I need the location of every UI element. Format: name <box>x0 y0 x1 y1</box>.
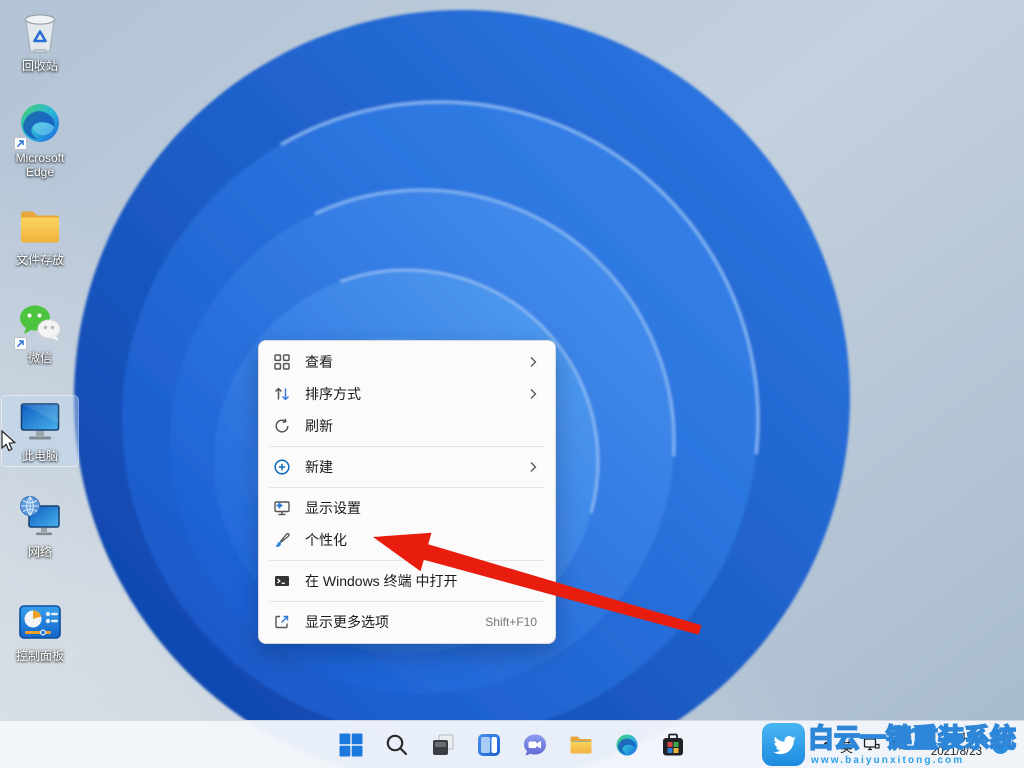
search-button[interactable] <box>377 725 417 765</box>
desktop-icon-microsoft-edge[interactable]: Microsoft Edge <box>2 98 78 182</box>
menu-item-label: 显示设置 <box>305 498 541 518</box>
menu-item-shortcut: Shift+F10 <box>485 615 537 629</box>
menu-item-personalize[interactable]: 个性化 <box>263 524 551 556</box>
menu-item-new[interactable]: 新建 <box>263 451 551 483</box>
tray-volume-button[interactable] <box>887 737 903 753</box>
recycle-bin-icon <box>16 8 64 56</box>
menu-separator <box>269 560 545 561</box>
tray-network-button[interactable] <box>863 737 880 753</box>
desktop-icon-network[interactable]: 网络 <box>2 492 78 562</box>
desktop-icon-label: 控制面板 <box>16 649 64 663</box>
chat-button[interactable] <box>515 725 555 765</box>
desktop-icon-label: 微信 <box>28 351 52 365</box>
menu-item-view[interactable]: 查看 <box>263 346 551 378</box>
menu-item-label: 个性化 <box>305 530 541 550</box>
store-bag-icon <box>660 732 686 758</box>
tray-clock[interactable]: 14:32 2021/8/23 <box>910 731 982 759</box>
speaker-icon <box>887 737 903 753</box>
this-pc-monitor-icon <box>16 398 64 446</box>
grid-icon <box>273 353 291 371</box>
desktop-icon-label: 此电脑 <box>22 449 58 463</box>
menu-item-sort-by[interactable]: 排序方式 <box>263 378 551 410</box>
ethernet-network-icon <box>863 737 880 753</box>
menu-separator <box>269 601 545 602</box>
chevron-right-icon <box>525 354 541 370</box>
menu-separator <box>269 487 545 488</box>
menu-item-label: 查看 <box>305 352 525 372</box>
edge-icon <box>614 732 640 758</box>
search-icon <box>384 732 410 758</box>
network-icon <box>16 494 64 542</box>
desktop-icon-label: 网络 <box>28 545 52 559</box>
windows-start-icon <box>338 732 364 758</box>
chevron-up-icon <box>818 737 834 753</box>
shortcut-arrow-icon <box>14 137 27 150</box>
desktop-icon-wechat[interactable]: 微信 <box>2 298 78 368</box>
menu-item-label: 在 Windows 终端 中打开 <box>305 571 541 591</box>
menu-item-show-more-options[interactable]: 显示更多选项 Shift+F10 <box>263 606 551 638</box>
task-view-button[interactable] <box>423 725 463 765</box>
folder-icon <box>568 732 594 758</box>
tray-language-indicator[interactable]: 英 <box>840 737 853 756</box>
desktop-icon-recycle-bin[interactable]: 回收站 <box>2 6 78 76</box>
refresh-icon <box>273 417 291 435</box>
control-panel-icon <box>16 598 64 646</box>
tray-hidden-icons-button[interactable] <box>818 737 834 753</box>
desktop-icon-this-pc[interactable]: 此电脑 <box>2 396 78 466</box>
taskbar: 英 14:32 2021/8/23 1 <box>0 720 1024 768</box>
expand-icon <box>273 613 291 631</box>
desktop-icon-label: Microsoft Edge <box>3 151 77 179</box>
wechat-icon <box>16 300 64 348</box>
notification-badge[interactable]: 1 <box>992 737 1009 754</box>
chevron-right-icon <box>525 386 541 402</box>
task-view-icon <box>430 732 456 758</box>
desktop-context-menu: 查看 排序方式 刷新 新 <box>258 340 556 644</box>
chevron-right-icon <box>525 459 541 475</box>
start-button[interactable] <box>331 725 371 765</box>
chat-camera-icon <box>522 732 548 758</box>
edge-button[interactable] <box>607 725 647 765</box>
widgets-button[interactable] <box>469 725 509 765</box>
terminal-icon <box>273 572 291 590</box>
monitor-gear-icon <box>273 499 291 517</box>
desktop-icon-label: 文件存放 <box>16 253 64 267</box>
store-button[interactable] <box>653 725 693 765</box>
folder-icon <box>16 202 64 250</box>
desktop-icon-label: 回收站 <box>22 59 58 73</box>
menu-item-label: 新建 <box>305 457 525 477</box>
menu-item-label: 排序方式 <box>305 384 525 404</box>
desktop-icon-file-storage[interactable]: 文件存放 <box>2 200 78 270</box>
menu-item-label: 刷新 <box>305 416 541 436</box>
tray-date: 2021/8/23 <box>910 745 982 759</box>
menu-item-open-in-windows-terminal[interactable]: 在 Windows 终端 中打开 <box>263 565 551 597</box>
menu-item-display-settings[interactable]: 显示设置 <box>263 492 551 524</box>
shortcut-arrow-icon <box>14 337 27 350</box>
sort-arrows-icon <box>273 385 291 403</box>
brush-icon <box>273 531 291 549</box>
desktop-icon-control-panel[interactable]: 控制面板 <box>2 596 78 666</box>
widgets-icon <box>476 732 502 758</box>
menu-item-refresh[interactable]: 刷新 <box>263 410 551 442</box>
tray-time: 14:32 <box>910 731 982 745</box>
edge-logo-icon <box>16 100 64 148</box>
plus-circle-icon <box>273 458 291 476</box>
menu-separator <box>269 446 545 447</box>
file-explorer-button[interactable] <box>561 725 601 765</box>
menu-item-label: 显示更多选项 <box>305 612 485 632</box>
